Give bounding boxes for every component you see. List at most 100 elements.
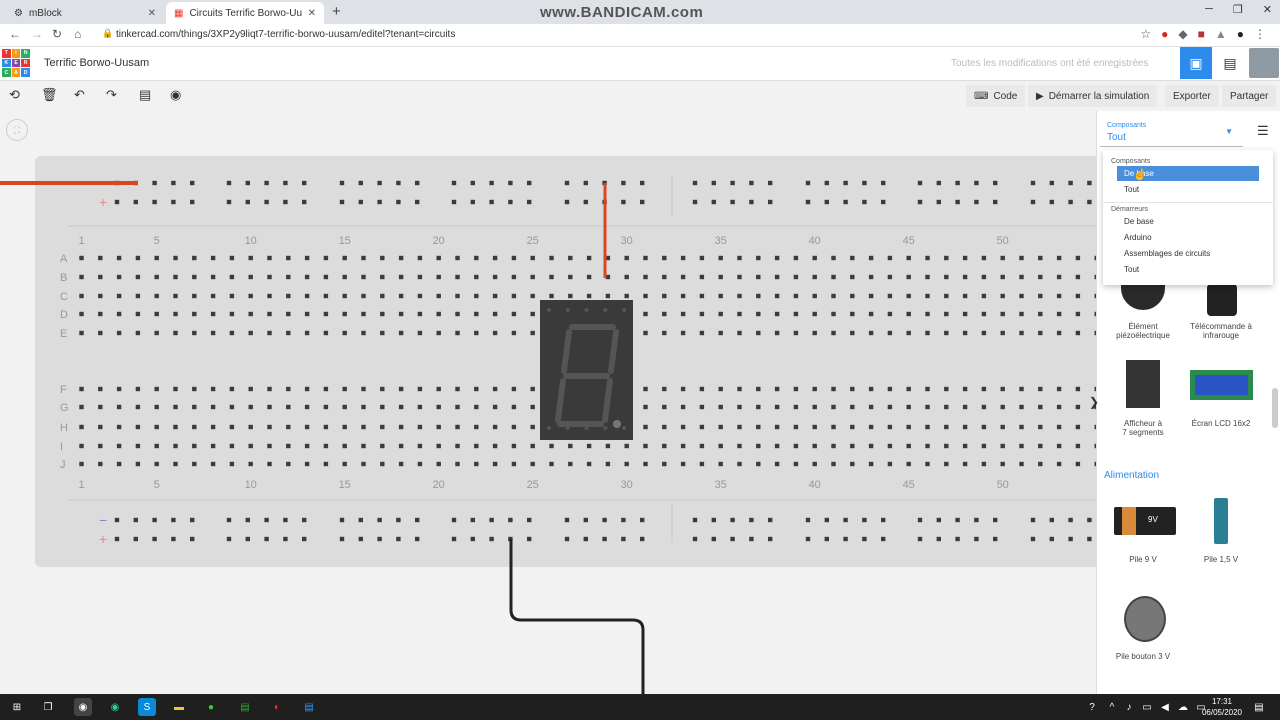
breadboard-hole[interactable] <box>662 274 667 280</box>
breadboard-hole[interactable] <box>711 536 716 542</box>
extension-icon[interactable]: ▲ <box>1215 27 1227 41</box>
breadboard-hole[interactable] <box>564 199 570 205</box>
breadboard-hole[interactable] <box>154 404 159 410</box>
breadboard-hole[interactable] <box>492 293 498 299</box>
seven-segment-thumbnail[interactable] <box>1126 360 1160 408</box>
breadboard-hole[interactable] <box>768 517 773 523</box>
breadboard-hole[interactable] <box>1019 293 1024 299</box>
breadboard-hole[interactable] <box>226 517 232 523</box>
breadboard-hole[interactable] <box>417 404 423 410</box>
breadboard-hole[interactable] <box>624 293 629 299</box>
breadboard-hole[interactable] <box>549 255 554 261</box>
breadboard-hole[interactable] <box>396 536 401 542</box>
breadboard-hole[interactable] <box>304 330 310 336</box>
breadboard-hole[interactable] <box>962 293 968 299</box>
breadboard-hole[interactable] <box>1056 386 1062 392</box>
breadboard-hole[interactable] <box>906 255 911 261</box>
breadboard-hole[interactable] <box>730 199 735 205</box>
breadboard-hole[interactable] <box>1087 517 1092 523</box>
breadboard-hole[interactable] <box>508 180 513 186</box>
breadboard-hole[interactable] <box>527 180 532 186</box>
breadboard-hole[interactable] <box>640 536 645 542</box>
breadboard-hole[interactable] <box>643 404 648 410</box>
breadboard-hole[interactable] <box>925 404 930 410</box>
breadboard-hole[interactable] <box>583 536 588 542</box>
breadboard-hole[interactable] <box>304 386 310 392</box>
component-coin-cell[interactable]: Pile bouton 3 V <box>1104 652 1182 661</box>
breadboard-hole[interactable] <box>793 330 799 336</box>
breadboard-hole[interactable] <box>812 404 817 410</box>
breadboard-hole[interactable] <box>962 274 968 280</box>
breadboard-hole[interactable] <box>868 293 874 299</box>
breadboard-hole[interactable] <box>981 386 987 392</box>
breadboard-hole[interactable] <box>380 255 385 261</box>
breadboard-hole[interactable] <box>936 180 941 186</box>
breadboard-hole[interactable] <box>564 517 570 523</box>
breadboard-hole[interactable] <box>1056 293 1062 299</box>
breadboard-hole[interactable] <box>474 424 479 430</box>
breadboard-hole[interactable] <box>436 293 441 299</box>
breadboard-hole[interactable] <box>398 404 404 410</box>
breadboard-hole[interactable] <box>586 461 592 467</box>
breadboard-hole[interactable] <box>436 461 441 467</box>
breadboard-hole[interactable] <box>173 424 178 430</box>
breadboard-hole[interactable] <box>1038 274 1043 280</box>
breadboard-hole[interactable] <box>868 330 874 336</box>
breadboard-hole[interactable] <box>455 424 460 430</box>
breadboard-hole[interactable] <box>361 274 366 280</box>
breadboard-hole[interactable] <box>152 180 157 186</box>
battery-aa-thumbnail[interactable] <box>1214 498 1228 544</box>
breadboard-hole[interactable] <box>455 293 460 299</box>
breadboard-hole[interactable] <box>361 424 366 430</box>
breadboard-hole[interactable] <box>380 461 385 467</box>
breadboard-hole[interactable] <box>549 461 554 467</box>
breadboard-hole[interactable] <box>492 386 498 392</box>
breadboard-hole[interactable] <box>173 274 178 280</box>
breadboard-hole[interactable] <box>489 517 494 523</box>
breadboard-hole[interactable] <box>173 386 178 392</box>
breadboard-hole[interactable] <box>602 536 607 542</box>
breadboard-hole[interactable] <box>662 443 667 449</box>
breadboard-hole[interactable] <box>283 517 288 523</box>
system-clock[interactable]: 17:31 06/05/2020 <box>1202 696 1242 718</box>
breadboard-hole[interactable] <box>116 293 122 299</box>
breadboard-hole[interactable] <box>229 424 235 430</box>
breadboard-hole[interactable] <box>680 274 686 280</box>
breadboard-hole[interactable] <box>455 330 460 336</box>
breadboard-hole[interactable] <box>793 461 799 467</box>
breadboard-hole[interactable] <box>152 517 157 523</box>
breadboard-hole[interactable] <box>474 386 479 392</box>
breadboard-hole[interactable] <box>210 330 216 336</box>
windows-start-icon[interactable]: ⊞ <box>8 698 26 716</box>
breadboard-hole[interactable] <box>1019 443 1024 449</box>
file-explorer-icon[interactable]: ▬ <box>170 698 188 716</box>
breadboard-hole[interactable] <box>286 404 291 410</box>
delete-icon[interactable]: 🗑 <box>41 87 58 103</box>
breadboard-hole[interactable] <box>527 517 532 523</box>
cloud-icon[interactable]: ☁ <box>1174 698 1192 716</box>
breadboard-hole[interactable] <box>944 255 949 261</box>
breadboard-hole[interactable] <box>756 255 761 261</box>
chrome-profile-icon[interactable]: ◉ <box>106 698 124 716</box>
breadboard-hole[interactable] <box>248 330 253 336</box>
breadboard-hole[interactable] <box>192 404 197 410</box>
breadboard-hole[interactable] <box>1075 255 1081 261</box>
breadboard-hole[interactable] <box>342 293 347 299</box>
breadboard-hole[interactable] <box>398 274 404 280</box>
breadboard-hole[interactable] <box>962 255 968 261</box>
breadboard-hole[interactable] <box>887 293 893 299</box>
breadboard-hole[interactable] <box>774 461 780 467</box>
breadboard-hole[interactable] <box>192 330 197 336</box>
help-icon[interactable]: ? <box>1083 698 1101 716</box>
pdf-icon[interactable]: ◐ <box>268 698 286 716</box>
breadboard-hole[interactable] <box>190 517 195 523</box>
breadboard-hole[interactable] <box>98 311 103 317</box>
breadboard-hole[interactable] <box>906 443 911 449</box>
breadboard-hole[interactable] <box>229 461 235 467</box>
breadboard-hole[interactable] <box>1038 255 1043 261</box>
breadboard-hole[interactable] <box>436 330 441 336</box>
breadboard-hole[interactable] <box>229 443 235 449</box>
breadboard-hole[interactable] <box>245 199 250 205</box>
breadboard-hole[interactable] <box>699 386 705 392</box>
breadboard-hole[interactable] <box>1056 424 1062 430</box>
